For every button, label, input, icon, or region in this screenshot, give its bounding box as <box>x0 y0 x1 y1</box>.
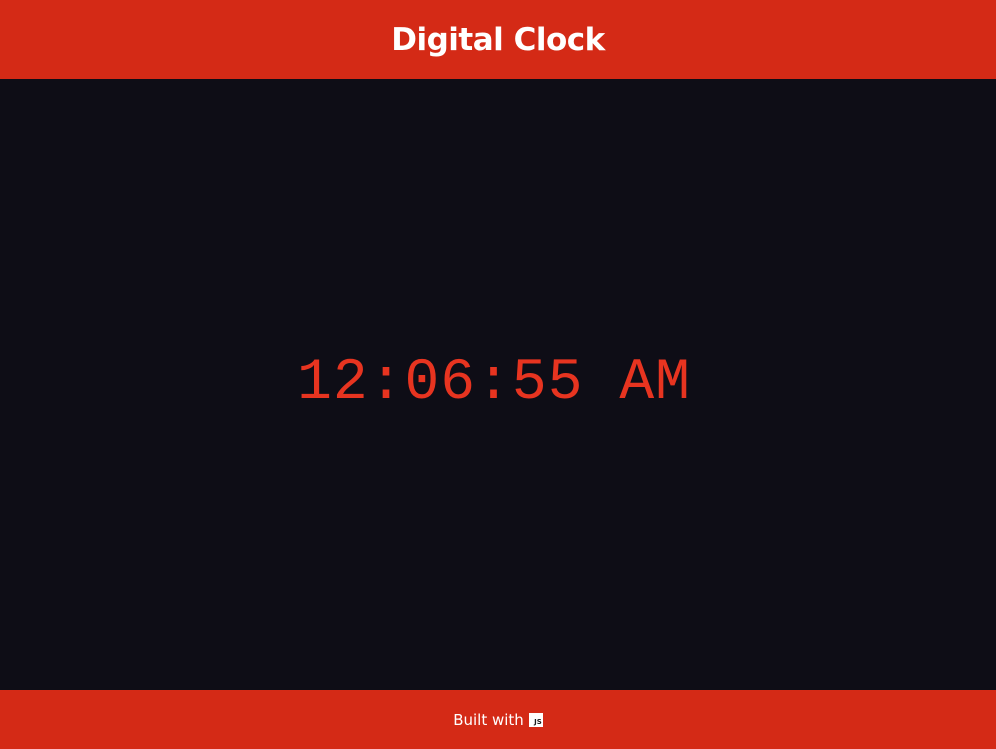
clock-display: 12:06:55 AM <box>297 351 691 416</box>
page: Digital Clock 12:06:55 AM Built with JS <box>0 0 996 749</box>
clock-area: 12:06:55 AM <box>0 79 996 690</box>
footer-label: Built with <box>453 710 524 729</box>
javascript-icon-label: JS <box>534 717 542 726</box>
footer: Built with JS <box>0 690 996 749</box>
header: Digital Clock <box>0 0 996 79</box>
javascript-icon: JS <box>528 712 543 727</box>
footer-credit: Built with JS <box>453 711 543 729</box>
page-title: Digital Clock <box>391 21 605 58</box>
